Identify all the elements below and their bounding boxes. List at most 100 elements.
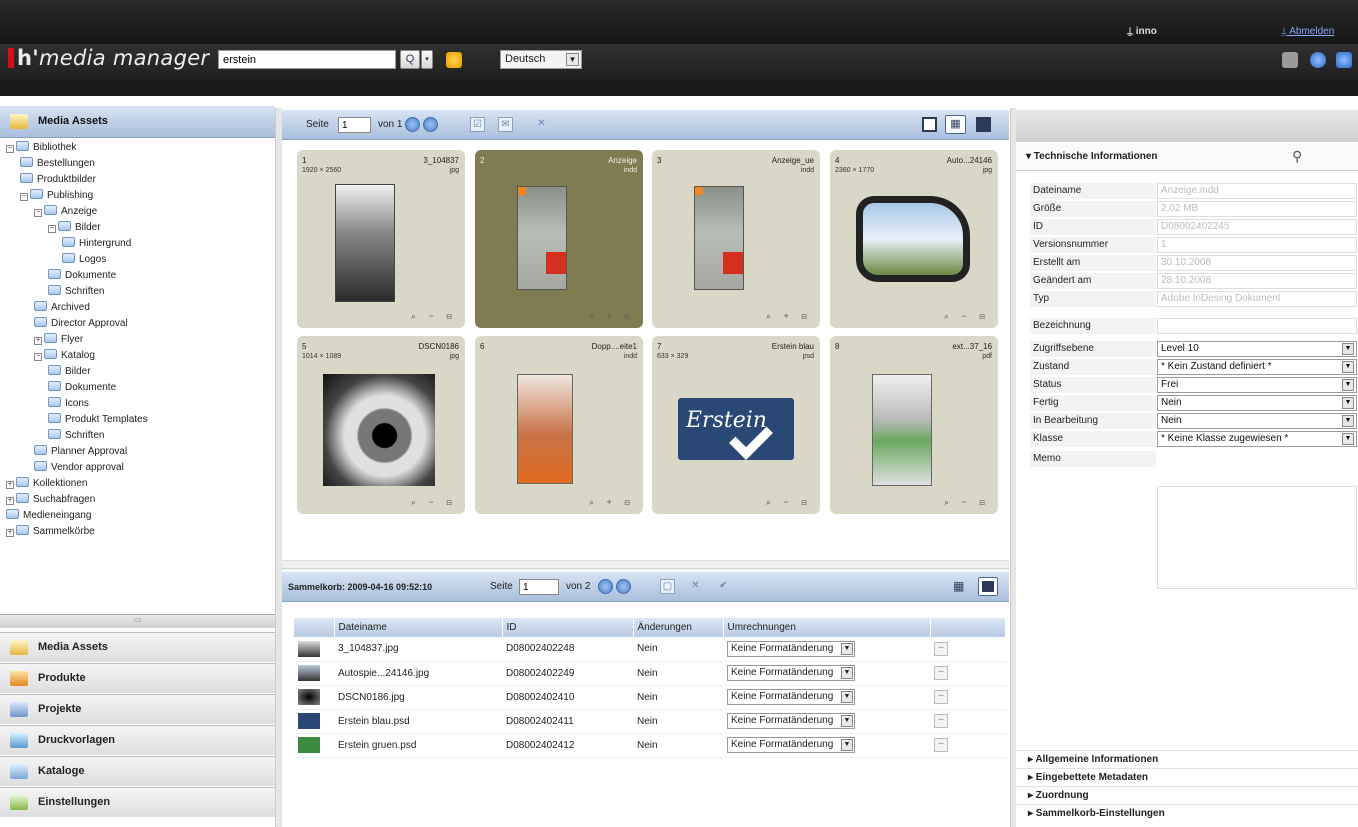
props-section[interactable]: ▸ Sammelkorb-Einstellungen bbox=[1016, 804, 1358, 821]
prop-select[interactable]: * Kein Zustand definiert * ▼ bbox=[1157, 359, 1357, 375]
expand-toggle-icon[interactable]: + bbox=[6, 529, 14, 537]
tree-node[interactable]: − Bibliothek bbox=[6, 140, 76, 156]
tree-node[interactable]: Icons bbox=[48, 396, 89, 412]
middle-splitter[interactable] bbox=[282, 560, 1009, 569]
table-row[interactable]: 3_104837.jpg D08002402248 Nein Keine Format… bbox=[294, 637, 1006, 662]
basket-next-icon[interactable] bbox=[616, 579, 631, 594]
asset-tile[interactable]: 4 Auto...24146 2360 × 1770 jpg ⌕ − ⊟ bbox=[830, 150, 998, 328]
grid-view-icon[interactable]: ▦ bbox=[945, 115, 966, 134]
expand-toggle-icon[interactable]: − bbox=[48, 225, 56, 233]
asset-tile[interactable]: 3 Anzeige_ue indd ⌕ + ⊟ bbox=[652, 150, 820, 328]
tile-actions[interactable]: ⌕ + ⊟ bbox=[589, 497, 635, 508]
tree-node[interactable]: Vendor approval bbox=[34, 460, 124, 476]
expand-toggle-icon[interactable]: − bbox=[20, 193, 28, 201]
nav-products[interactable]: Produkte bbox=[0, 663, 275, 693]
left-splitter[interactable] bbox=[275, 108, 282, 827]
prop-select[interactable]: * Keine Klasse zugewiesen * ▼ bbox=[1157, 431, 1357, 447]
asset-tile[interactable]: 1 3_104837 1920 × 2560 jpg ⌕ − ⊟ bbox=[297, 150, 465, 328]
single-view-icon[interactable] bbox=[922, 117, 937, 132]
logout-link[interactable]: ⍊ Abmelden bbox=[1281, 26, 1334, 37]
remove-row-button[interactable]: − bbox=[934, 738, 948, 752]
tree-node[interactable]: Logos bbox=[62, 252, 106, 268]
nav-print-templates[interactable]: Druckvorlagen bbox=[0, 725, 275, 755]
tile-actions[interactable]: ⌕ + ⊟ bbox=[589, 311, 635, 322]
conversion-select[interactable]: Keine Formatänderung ▼ bbox=[727, 689, 855, 705]
basket-grid-view-icon[interactable]: ▦ bbox=[953, 579, 968, 594]
asset-tile[interactable]: 5 DSCN0186 1014 × 1089 jpg ⌕ − ⊟ bbox=[297, 336, 465, 514]
tree-node[interactable]: + Suchabfragen bbox=[6, 492, 95, 508]
tree-node[interactable]: Produkt Templates bbox=[48, 412, 148, 428]
col-id[interactable]: ID bbox=[502, 618, 634, 637]
nav-settings[interactable]: Einstellungen bbox=[0, 787, 275, 817]
tree-node[interactable]: Produktbilder bbox=[20, 172, 96, 188]
asset-tile[interactable]: 6 Dopp....eite1 indd ⌕ + ⊟ bbox=[475, 336, 643, 514]
nav-catalogs[interactable]: Kataloge bbox=[0, 756, 275, 786]
prop-select[interactable]: Nein ▼ bbox=[1157, 413, 1357, 429]
prop-select[interactable]: Frei ▼ bbox=[1157, 377, 1357, 393]
nav-media-assets[interactable]: Media Assets bbox=[0, 632, 275, 662]
props-section[interactable]: ▸ Allgemeine Informationen bbox=[1016, 750, 1358, 767]
tree-node[interactable]: + Sammelkörbe bbox=[6, 524, 95, 540]
tile-actions[interactable]: ⌕ − ⊟ bbox=[944, 311, 990, 322]
basket-page-input[interactable] bbox=[519, 579, 559, 595]
remove-row-button[interactable]: − bbox=[934, 666, 948, 680]
tree-node[interactable]: − Katalog bbox=[34, 348, 95, 364]
basket-list-view-icon[interactable] bbox=[978, 577, 998, 596]
asset-tile[interactable]: 2 Anzeige indd ⌕ + ⊟ bbox=[475, 150, 643, 328]
tree-node[interactable]: Schriften bbox=[48, 428, 104, 444]
search-button[interactable]: Q bbox=[400, 50, 420, 69]
prop-select[interactable]: Nein ▼ bbox=[1157, 395, 1357, 411]
tree-node[interactable]: + Flyer bbox=[34, 332, 83, 348]
tree-node[interactable]: Medieneingang bbox=[6, 508, 91, 524]
tree-node[interactable]: Director Approval bbox=[34, 316, 128, 332]
basket-prev-icon[interactable] bbox=[598, 579, 613, 594]
expand-toggle-icon[interactable]: − bbox=[6, 145, 14, 153]
tile-actions[interactable]: ⌕ − ⊟ bbox=[411, 311, 457, 322]
tree-node[interactable]: − Bilder bbox=[48, 220, 101, 236]
tile-actions[interactable]: ⌕ − ⊟ bbox=[411, 497, 457, 508]
remove-row-button[interactable]: − bbox=[934, 714, 948, 728]
table-row[interactable]: Erstein blau.psd D08002402411 Nein Keine Fo… bbox=[294, 709, 1006, 734]
conversion-select[interactable]: Keine Formatänderung ▼ bbox=[727, 665, 855, 681]
asset-tile[interactable]: 7 Erstein blau 633 × 329 psd ⌕ − ⊟ Erstein bbox=[652, 336, 820, 514]
expand-toggle-icon[interactable]: + bbox=[6, 481, 14, 489]
tree-node[interactable]: − Anzeige bbox=[34, 204, 97, 220]
expand-toggle-icon[interactable]: + bbox=[6, 497, 14, 505]
tree-node[interactable]: Planner Approval bbox=[34, 444, 127, 460]
memo-field[interactable] bbox=[1157, 486, 1357, 589]
props-link-icon[interactable]: ⚲ bbox=[1292, 148, 1302, 165]
info-icon[interactable] bbox=[1310, 52, 1326, 68]
tile-actions[interactable]: ⌕ − ⊟ bbox=[766, 497, 812, 508]
tree-node[interactable]: Archived bbox=[34, 300, 90, 316]
expand-toggle-icon[interactable]: + bbox=[34, 337, 42, 345]
select-all-icon[interactable]: ☑ bbox=[470, 117, 485, 132]
favorites-icon[interactable] bbox=[446, 52, 462, 68]
search-input[interactable] bbox=[218, 50, 396, 69]
settings-icon[interactable] bbox=[1282, 52, 1298, 68]
remove-row-button[interactable]: − bbox=[934, 641, 948, 656]
prev-page-icon[interactable] bbox=[405, 117, 420, 132]
col-conversions[interactable]: Umrechnungen bbox=[723, 618, 931, 637]
props-section[interactable]: ▸ Zuordnung bbox=[1016, 786, 1358, 803]
tree-node[interactable]: + Kollektionen bbox=[6, 476, 87, 492]
delete-basket-icon[interactable]: ✕ bbox=[688, 579, 703, 594]
prop-value[interactable] bbox=[1157, 318, 1357, 334]
next-page-icon[interactable] bbox=[423, 117, 438, 132]
props-section[interactable]: ▸ Eingebettete Metadaten bbox=[1016, 768, 1358, 785]
list-view-icon[interactable] bbox=[976, 117, 991, 132]
remove-row-button[interactable]: − bbox=[934, 690, 948, 704]
confirm-basket-icon[interactable]: ✔ bbox=[716, 579, 731, 594]
table-row[interactable]: DSCN0186.jpg D08002402410 Nein Keine Format… bbox=[294, 685, 1006, 710]
language-select[interactable]: Deutsch ▼ bbox=[500, 50, 582, 69]
tree-node[interactable]: Hintergrund bbox=[62, 236, 131, 252]
tree-node[interactable]: Bestellungen bbox=[20, 156, 95, 172]
expand-toggle-icon[interactable]: − bbox=[34, 209, 42, 217]
tile-actions[interactable]: ⌕ + ⊟ bbox=[766, 311, 812, 322]
col-filename[interactable]: Dateiname bbox=[334, 618, 503, 637]
props-header[interactable]: ▾ Technische Informationen ⚲ bbox=[1016, 143, 1358, 171]
tree-node[interactable]: Bilder bbox=[48, 364, 91, 380]
nav-projects[interactable]: Projekte bbox=[0, 694, 275, 724]
splitter-handle[interactable]: ▭ bbox=[0, 614, 275, 628]
asset-tile[interactable]: 8 ext...37_16 pdf ⌕ − ⊟ bbox=[830, 336, 998, 514]
col-changes[interactable]: Änderungen bbox=[633, 618, 724, 637]
